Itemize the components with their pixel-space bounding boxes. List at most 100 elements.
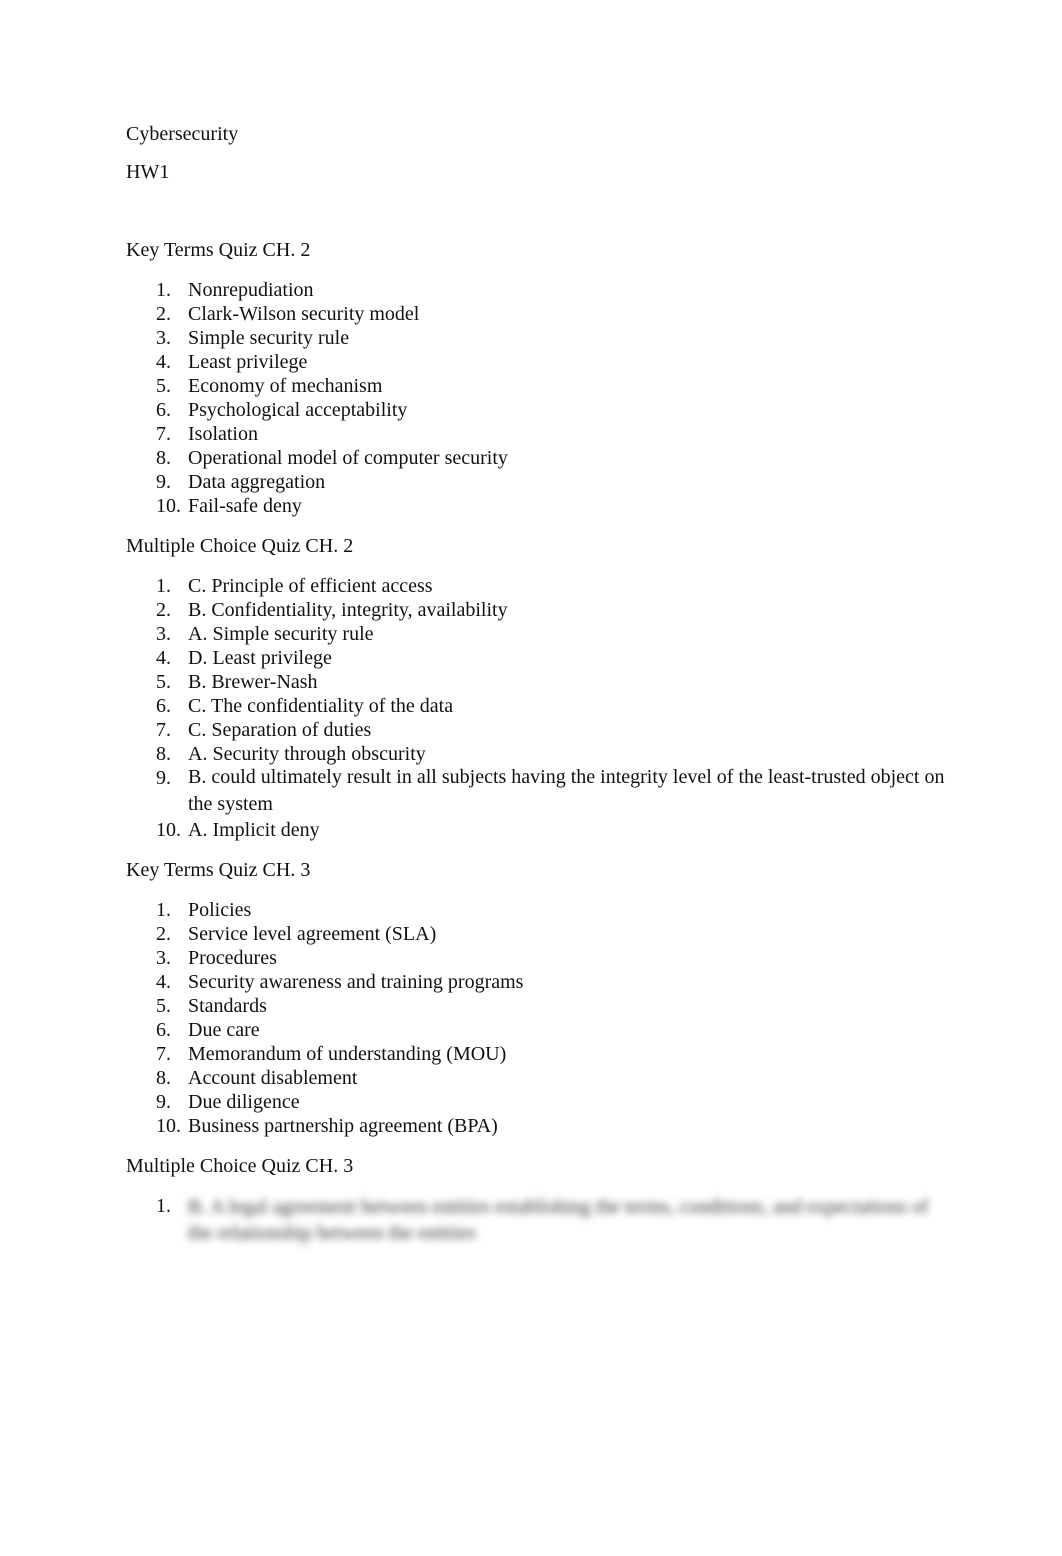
item-text: Nonrepudiation [188,279,314,301]
item-number: 1. [156,575,171,597]
item-number: 5. [156,375,171,397]
answer-list: 1. Nonrepudiation 2. Clark-Wilson security… [126,278,946,518]
list-item: 9. Data aggregation [126,470,946,494]
item-number: 9. [156,767,171,789]
item-text: Simple security rule [188,327,350,349]
section-multiple-choice-ch3: Multiple Choice Quiz CH. 3 1. B. A legal … [126,1154,946,1246]
item-number: 1. [156,899,171,921]
item-number: 8. [156,1067,171,1089]
list-item: 6. Psychological acceptability [126,398,946,422]
item-number: 3. [156,623,171,645]
item-number: 5. [156,995,171,1017]
item-text: Least privilege [188,351,308,373]
item-text: Data aggregation [188,471,326,493]
item-number: 4. [156,351,171,373]
list-item: 8. Operational model of computer security [126,446,946,470]
item-text: Security awareness and training programs [188,971,524,993]
list-item: 3. Procedures [126,946,946,970]
item-text: Economy of mechanism [188,375,383,397]
list-item: 7. Isolation [126,422,946,446]
list-item: 7. C. Separation of duties [126,718,946,742]
item-number: 2. [156,599,171,621]
item-text: A. Implicit deny [188,819,320,841]
list-item: 10. Fail-safe deny [126,494,946,518]
item-text: C. Principle of efficient access [188,575,433,597]
item-text: B. Confidentiality, integrity, availabil… [188,599,508,621]
item-number: 7. [156,423,171,445]
list-item: 10. A. Implicit deny [126,818,946,842]
item-text: Business partnership agreement (BPA) [188,1115,498,1137]
item-text: Due care [188,1019,260,1041]
list-item: 5. Standards [126,994,946,1018]
list-item: 8. Account disablement [126,1066,946,1090]
item-text: D. Least privilege [188,647,332,669]
list-item: 9. B. could ultimately result in all subj… [126,766,946,818]
item-text: Procedures [188,947,277,969]
item-number: 4. [156,971,171,993]
item-number: 3. [156,947,171,969]
section-heading: Key Terms Quiz CH. 2 [126,239,311,261]
document-title: Cybersecurity [126,123,239,145]
list-item: 9. Due diligence [126,1090,946,1114]
item-text: Due diligence [188,1091,300,1113]
item-number: 2. [156,923,171,945]
item-text: C. The confidentiality of the data [188,695,454,717]
list-item: 2. Clark-Wilson security model [126,302,946,326]
item-text: Memorandum of understanding (MOU) [188,1043,507,1065]
item-text: Service level agreement (SLA) [188,923,437,945]
section-key-terms-ch3: Key Terms Quiz CH. 3 1. Policies 2. Servic… [126,858,946,1138]
list-item: 4. D. Least privilege [126,646,946,670]
item-number: 2. [156,303,171,325]
list-item-blurred: 1. B. A legal agreement between entities … [126,1194,946,1246]
item-text: Policies [188,899,252,921]
item-text: Psychological acceptability [188,399,408,421]
item-text: B. could ultimately result in all subjec… [188,766,945,815]
item-number: 4. [156,647,171,669]
section-multiple-choice-ch2: Multiple Choice Quiz CH. 2 1. C. Principl… [126,534,946,842]
item-number: 9. [156,1091,171,1113]
item-number: 9. [156,471,171,493]
item-number: 1. [156,1195,171,1217]
list-item: 2. Service level agreement (SLA) [126,922,946,946]
list-item: 10. Business partnership agreement (BPA) [126,1114,946,1138]
list-item: 1. C. Principle of efficient access [126,574,946,598]
item-text: Operational model of computer security [188,447,508,469]
answer-list: 1. C. Principle of efficient access 2. B. … [126,574,946,842]
document-page: Cybersecurity HW1 Key Terms Quiz CH. 2 1… [126,122,946,1262]
section-heading: Multiple Choice Quiz CH. 2 [126,535,354,557]
item-number: 1. [156,279,171,301]
item-text: Standards [188,995,267,1017]
section-key-terms-ch2: Key Terms Quiz CH. 2 1. Nonrepudiation 2.… [126,238,946,518]
list-item: 6. C. The confidentiality of the data [126,694,946,718]
item-number: 3. [156,327,171,349]
list-item: 1. Nonrepudiation [126,278,946,302]
item-text: Account disablement [188,1067,358,1089]
item-number: 6. [156,695,171,717]
list-item: 5. Economy of mechanism [126,374,946,398]
document-subtitle: HW1 [126,161,170,183]
item-text: Fail-safe deny [188,495,302,517]
item-number: 10. [156,495,181,517]
list-item: 5. B. Brewer-Nash [126,670,946,694]
item-number: 10. [156,1115,181,1137]
item-number: 10. [156,819,181,841]
list-item: 1. Policies [126,898,946,922]
item-number: 6. [156,1019,171,1041]
section-heading: Multiple Choice Quiz CH. 3 [126,1155,354,1177]
item-number: 8. [156,743,171,765]
item-number: 6. [156,399,171,421]
item-text: C. Separation of duties [188,719,372,741]
item-text: Isolation [188,423,258,445]
answer-list: 1. Policies 2. Service level agreement (SL… [126,898,946,1138]
item-number: 7. [156,719,171,741]
list-item: 6. Due care [126,1018,946,1042]
item-number: 5. [156,671,171,693]
list-item: 2. B. Confidentiality, integrity, availab… [126,598,946,622]
item-number: 8. [156,447,171,469]
list-item: 4. Security awareness and training progra… [126,970,946,994]
answer-list: 1. B. A legal agreement between entities … [126,1194,946,1246]
list-item: 3. Simple security rule [126,326,946,350]
item-text: A. Security through obscurity [188,743,426,765]
item-text: A. Simple security rule [188,623,374,645]
blurred-item-text: B. A legal agreement between entities es… [188,1196,929,1244]
